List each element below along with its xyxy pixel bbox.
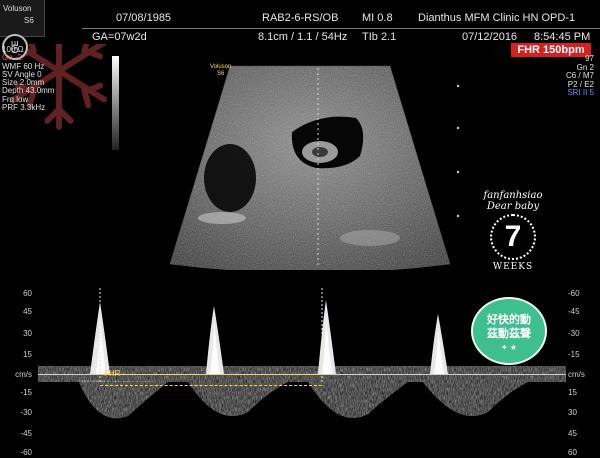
probe-model: S6 <box>24 16 34 25</box>
clinic-name: Dianthus MFM Clinic HN OPD-1 <box>418 12 576 24</box>
depth-scale <box>456 84 460 218</box>
badge-week-number: 7 <box>490 214 536 260</box>
thermal-index: TIb 2.1 <box>362 31 397 43</box>
mechanical-index: MI 0.8 <box>362 12 393 24</box>
badge-author: fanfanhsiao <box>483 190 543 201</box>
sparkle-icon: ✦ ★ <box>500 343 518 352</box>
scale-tick: 45 <box>568 429 577 438</box>
gray-scale-bar <box>112 56 119 150</box>
scale-tick: 45 <box>23 307 32 316</box>
scale-tick: -30 <box>20 408 32 417</box>
scale-tick: -60 <box>568 289 580 298</box>
scale-tick: 30 <box>568 408 577 417</box>
exam-date: 07/12/2016 <box>462 31 518 43</box>
ultrasound-screen: Voluson S6 GE 07/08/1985 GA=07w2d RAB2-6… <box>0 0 600 458</box>
sticker-line-1: 好快的動 <box>487 313 531 326</box>
sector-probe-label: Voluson S6 <box>210 64 232 77</box>
scale-tick: 60 <box>23 289 32 298</box>
probe-brand: Voluson <box>3 4 32 13</box>
badge-weeks-label: WEEKS <box>492 262 534 272</box>
left-parameter-list: 100 Ω Gn -2 WMF 60 Hz SV Angle 0 Size 2.… <box>2 45 54 113</box>
scale-tick: cm/s <box>568 370 585 379</box>
scale-tick: 60 <box>568 448 577 457</box>
patient-date: 07/08/1985 <box>116 12 172 24</box>
scale-tick: -45 <box>20 429 32 438</box>
scale-tick: -15 <box>20 388 32 397</box>
heartbeat-sticker: 好快的動 茲動茲聲 ✦ ★ <box>471 297 547 365</box>
velocity-scale-left: 60 45 30 15 cm/s -15 -30 -45 -60 <box>0 288 36 458</box>
param-line: PRF 3.3kHz <box>2 103 46 113</box>
right-parameter-list: 97 Gn 2 C6 / M7 P2 / E2 SRI II 5 <box>566 54 594 98</box>
depth-info: 8.1cm / 1.1 / 54Hz <box>258 31 348 43</box>
exam-time: 8:54:45 PM <box>534 31 591 43</box>
fhr-caliper-label: FHR <box>104 369 121 378</box>
badge-greeting: Dear baby <box>486 201 540 212</box>
weeks-badge: fanfanhsiao Dear baby 7 WEEKS <box>468 190 558 282</box>
scale-tick: 30 <box>23 329 32 338</box>
velocity-scale-right: -60 -45 -30 -15 cm/s 15 30 45 60 <box>564 288 600 458</box>
scale-tick: 15 <box>568 388 577 397</box>
scale-tick: -15 <box>568 350 580 359</box>
param-line: SRI II 5 <box>567 88 594 97</box>
scale-tick: 15 <box>23 350 32 359</box>
probe-badge: Voluson S6 <box>0 0 45 37</box>
fhr-caliper[interactable] <box>100 374 322 386</box>
scale-tick: -30 <box>568 329 580 338</box>
sticker-line-2: 茲動茲聲 <box>487 327 531 340</box>
scale-tick: -60 <box>20 448 32 457</box>
bmode-sector-image <box>169 65 451 270</box>
header-divider <box>82 28 600 29</box>
scale-tick: -45 <box>568 307 580 316</box>
gestational-age: GA=07w2d <box>92 31 147 43</box>
probe-preset: RAB2-6-RS/OB <box>262 12 339 24</box>
scale-tick: cm/s <box>15 370 32 379</box>
